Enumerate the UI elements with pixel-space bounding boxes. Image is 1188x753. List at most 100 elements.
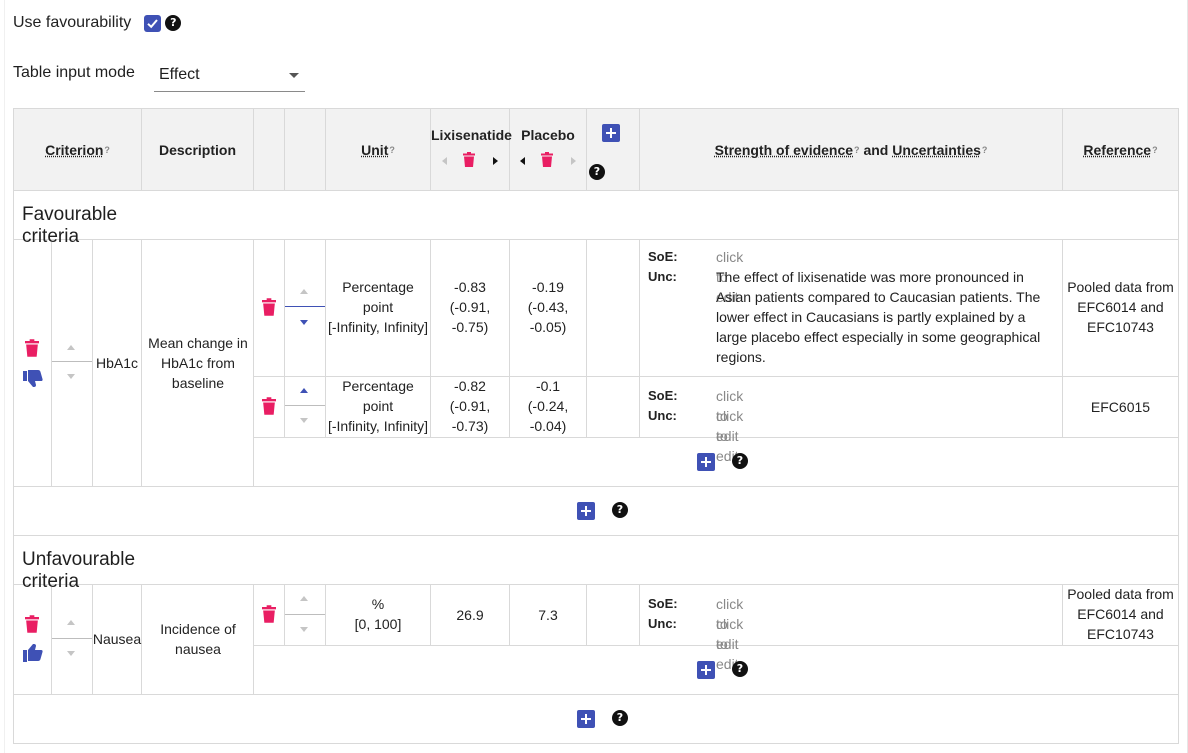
- move-data-source-down-icon: [300, 418, 308, 423]
- unit-line: [-Infinity, Infinity]: [327, 319, 429, 335]
- plus-icon: [581, 506, 591, 516]
- effect-cell-lixisenatide[interactable]: -0.82 (-0.91, -0.73): [431, 376, 509, 436]
- criterion-title[interactable]: HbA1c: [93, 239, 141, 486]
- thumbs-up-icon[interactable]: [22, 643, 44, 663]
- add-criterion-help-icon[interactable]: ?: [612, 502, 628, 518]
- divider: [52, 361, 92, 362]
- delete-data-source-icon[interactable]: [262, 397, 276, 415]
- soe-label: SoE:: [648, 249, 678, 264]
- unc-value[interactable]: The effect of lixisenatide was more pron…: [716, 267, 1056, 367]
- page-left-border: [4, 0, 5, 753]
- data-source-unit[interactable]: Percentage point [-Infinity, Infinity]: [326, 277, 430, 337]
- header-criterion-label: Criterion: [45, 141, 104, 158]
- criterion-description-text: Mean change in HbA1c from baseline: [148, 334, 248, 391]
- unc-label: Unc:: [648, 269, 677, 284]
- delete-data-source-icon[interactable]: [262, 605, 276, 623]
- info-icon[interactable]: ?: [104, 145, 110, 155]
- delete-criterion-icon[interactable]: [25, 615, 39, 633]
- reference-cell[interactable]: Pooled data from EFC6014 and EFC10743: [1063, 584, 1178, 644]
- criterion-description[interactable]: Mean change in HbA1c from baseline: [148, 239, 248, 486]
- table-input-mode-select[interactable]: Effect: [154, 62, 305, 92]
- move-criterion-down-icon: [67, 651, 75, 656]
- reference-text: Pooled data from EFC6014 and EFC10743: [1067, 586, 1174, 642]
- add-data-source-help-icon[interactable]: ?: [732, 453, 748, 469]
- divider: [13, 486, 1179, 487]
- info-icon[interactable]: ?: [389, 145, 395, 155]
- reference-cell[interactable]: Pooled data from EFC6014 and EFC10743: [1063, 277, 1178, 337]
- header-criterion: Criterion?: [14, 109, 141, 190]
- header-add-alternative: ?: [587, 109, 639, 190]
- alternative-name[interactable]: Placebo: [510, 127, 586, 143]
- effect-lower: (-0.43,: [527, 299, 569, 315]
- add-criterion-help-icon[interactable]: ?: [612, 710, 628, 726]
- criterion-title-text: Nausea: [92, 631, 142, 647]
- delete-alternative-icon[interactable]: [463, 152, 475, 167]
- reference-cell[interactable]: EFC6015: [1063, 376, 1178, 437]
- criterion-title[interactable]: Nausea: [93, 584, 141, 694]
- effect-cell-lixisenatide[interactable]: 26.9: [431, 584, 509, 645]
- divider: [141, 239, 142, 486]
- add-criterion-button[interactable]: [577, 710, 595, 728]
- delete-criterion-icon[interactable]: [25, 339, 39, 357]
- header-reference-label: Reference: [1083, 141, 1152, 158]
- criterion-description[interactable]: Incidence of nausea: [148, 584, 248, 694]
- add-alternative-button[interactable]: [602, 124, 620, 142]
- table-input-mode-label: Table input mode: [13, 64, 135, 81]
- info-icon[interactable]: ?: [982, 145, 988, 155]
- effect-value: -0.1: [535, 378, 561, 394]
- header-alternative-placebo: Placebo: [510, 109, 586, 190]
- effect-cell-lixisenatide[interactable]: -0.83 (-0.91, -0.75): [431, 277, 509, 337]
- add-data-source-button[interactable]: [697, 453, 715, 471]
- chevron-down-icon: [289, 73, 299, 78]
- effect-lower: (-0.24,: [527, 398, 569, 414]
- header-alternative-lixisenatide: Lixisenatide: [431, 109, 512, 190]
- reference-text: Pooled data from EFC6014 and EFC10743: [1067, 279, 1174, 335]
- header-uncertainties-label: Uncertainties: [892, 141, 981, 158]
- favourability-help-icon[interactable]: ?: [165, 15, 182, 31]
- move-right-icon[interactable]: [493, 157, 498, 165]
- effect-lower: (-0.91,: [449, 299, 491, 315]
- move-data-source-up-icon: [300, 596, 308, 601]
- delete-alternative-icon[interactable]: [541, 152, 553, 167]
- divider: [284, 108, 285, 190]
- info-icon[interactable]: ?: [854, 145, 860, 155]
- divider: [51, 584, 52, 694]
- alternative-name[interactable]: Lixisenatide: [431, 127, 512, 143]
- divider: [639, 584, 640, 645]
- criterion-title-text: HbA1c: [95, 354, 139, 371]
- divider: [586, 584, 587, 645]
- move-criterion-down-icon[interactable]: [67, 374, 75, 379]
- thumbs-down-icon[interactable]: [22, 368, 44, 388]
- data-source-unit[interactable]: % [0, 100]: [326, 594, 430, 634]
- favourability-setting: Use favourability ?: [13, 13, 182, 33]
- effect-cell-placebo[interactable]: -0.19 (-0.43, -0.05): [510, 277, 586, 337]
- move-data-source-down-icon[interactable]: [300, 320, 308, 325]
- move-data-source-up-icon[interactable]: [300, 388, 308, 393]
- move-data-source-up-icon: [300, 289, 308, 294]
- move-criterion-up-icon: [67, 620, 75, 625]
- favourability-checkbox[interactable]: [144, 14, 162, 32]
- reference-text: EFC6015: [1090, 398, 1151, 415]
- divider: [52, 638, 92, 639]
- add-criterion-button[interactable]: [577, 502, 595, 520]
- divider: [13, 190, 14, 744]
- add-data-source-button[interactable]: [697, 661, 715, 679]
- info-icon[interactable]: ?: [1152, 145, 1158, 155]
- divider: [285, 614, 325, 615]
- effect-upper: -0.05): [529, 319, 567, 335]
- unit-line: point: [362, 398, 394, 414]
- effect-cell-placebo[interactable]: -0.1 (-0.24, -0.04): [510, 376, 586, 436]
- delete-data-source-icon[interactable]: [262, 298, 276, 316]
- header-reference: Reference?: [1063, 109, 1178, 190]
- divider: [253, 239, 254, 486]
- effect-value: -0.82: [454, 378, 486, 394]
- divider: [253, 584, 254, 694]
- add-data-source-help-icon[interactable]: ?: [732, 661, 748, 677]
- move-left-icon[interactable]: [520, 157, 525, 165]
- data-source-unit[interactable]: Percentage point [-Infinity, Infinity]: [326, 376, 430, 436]
- add-alternative-help-icon[interactable]: ?: [589, 164, 605, 180]
- move-left-icon: [442, 157, 447, 165]
- effect-upper: -0.73): [451, 418, 489, 434]
- plus-icon: [606, 128, 616, 138]
- effect-cell-placebo[interactable]: 7.3: [510, 584, 586, 645]
